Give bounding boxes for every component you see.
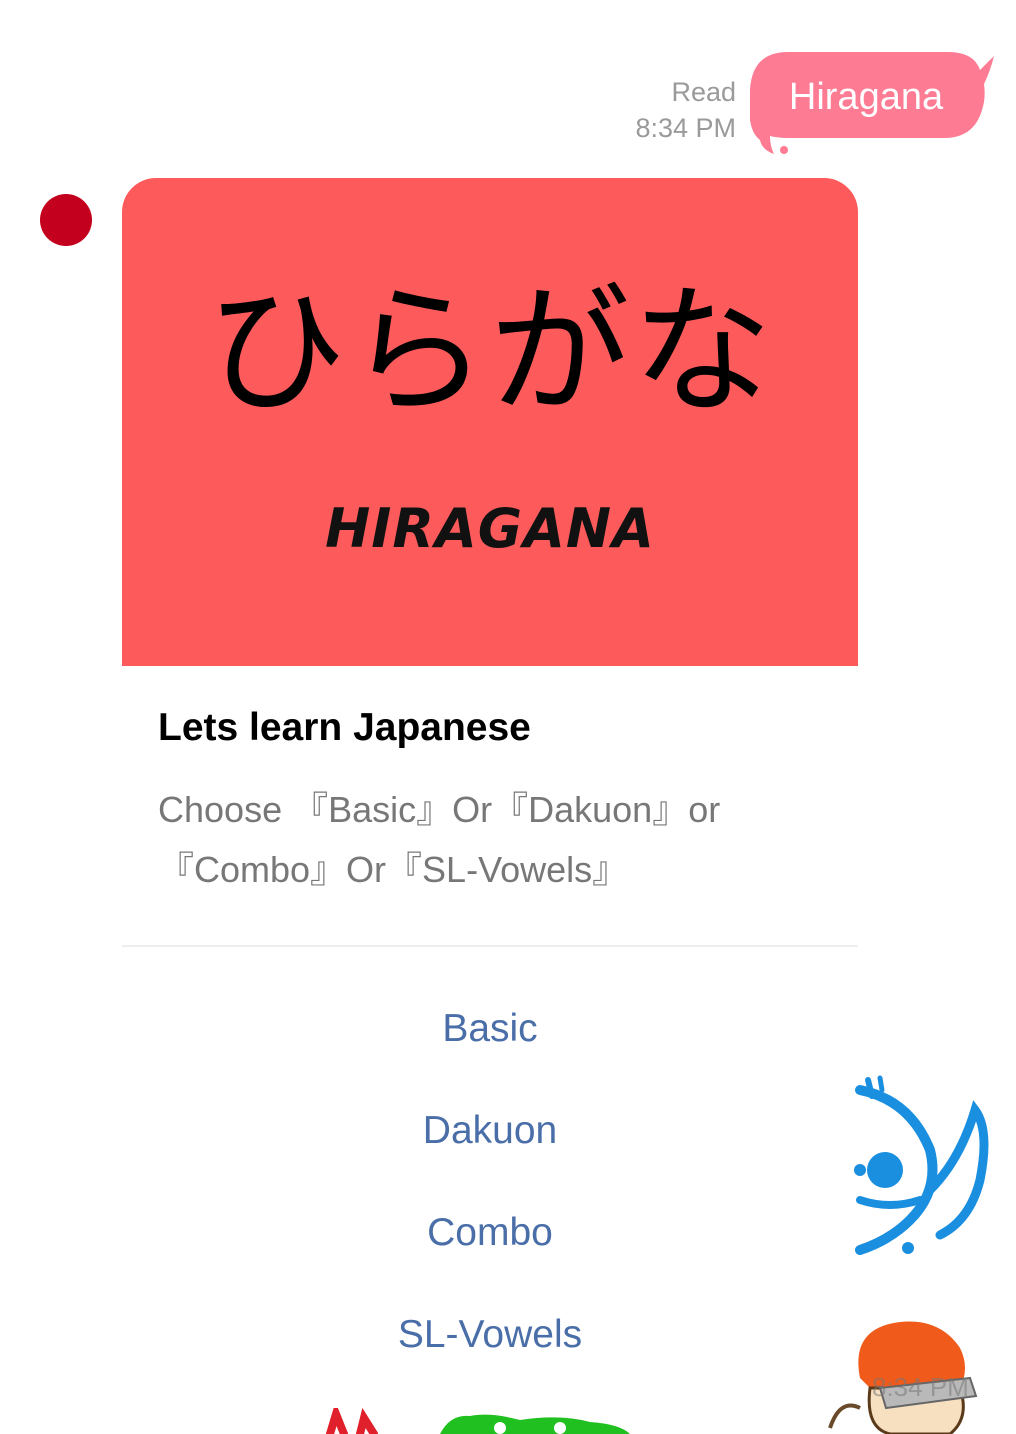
japan-flag-dot [40,194,92,246]
message-time: 8:34 PM [635,113,736,143]
template-card: ひらがな HIRAGANA Lets learn Japanese Choose… [122,178,858,1434]
outgoing-message-bubble[interactable]: Hiragana [748,50,998,160]
card-divider [122,945,858,947]
dakuon-button[interactable]: Dakuon [122,1091,858,1171]
basic-button[interactable]: Basic [122,989,858,1069]
card-image[interactable]: ひらがな HIRAGANA [122,178,858,666]
card-subtitle: Choose 『Basic』Or『Dakuon』or 『Combo』Or『SL-… [158,789,721,890]
card-image-kana: ひらがな [205,271,774,434]
sticker-timestamp: 8:34 PM [872,1372,969,1402]
bot-avatar[interactable] [38,178,94,262]
card-title: Lets learn Japanese [158,706,531,749]
card-image-romaji: HIRAGANA [325,497,655,560]
outgoing-message-text: Hiragana [788,76,944,118]
green-character-sticker[interactable] [320,1408,650,1434]
blue-character-sticker[interactable] [850,1070,1000,1270]
messenger-conversation: Read 8:34 PM Hiragana ひらがな HIRAGANA Lets… [0,0,1016,1434]
sl-vowels-button[interactable]: SL-Vowels [122,1295,858,1375]
read-receipt: Read 8:34 PM [635,74,736,146]
combo-button[interactable]: Combo [122,1193,858,1273]
read-status: Read [671,77,736,107]
